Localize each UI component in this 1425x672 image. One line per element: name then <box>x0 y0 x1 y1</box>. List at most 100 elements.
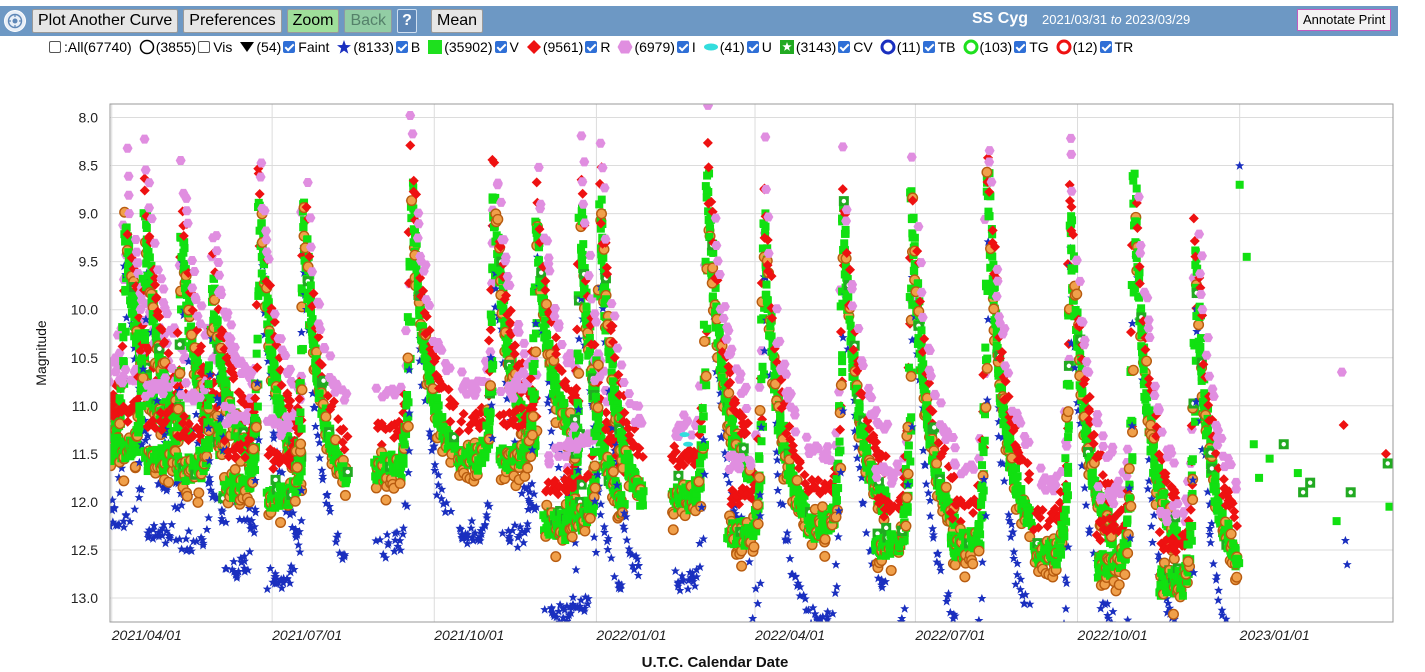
data-point-vis <box>296 384 308 396</box>
legend-item-v[interactable]: (35902) V <box>427 39 519 55</box>
square-star-icon <box>779 39 795 55</box>
data-point-v <box>529 366 538 375</box>
data-point-v <box>90 438 98 446</box>
data-point-v <box>135 409 144 418</box>
band-checkbox-tb[interactable] <box>922 41 935 53</box>
y-tick-label: 8.0 <box>79 110 99 126</box>
plot-another-curve-button[interactable]: Plot Another Curve <box>32 9 179 33</box>
data-point-i <box>97 362 107 371</box>
data-point-v <box>99 437 107 445</box>
data-point-v <box>101 431 109 439</box>
data-point-vis <box>110 431 111 437</box>
legend-item-faint[interactable]: (54) Faint <box>239 39 329 55</box>
data-point-v <box>137 357 146 366</box>
data-point-v <box>98 438 106 446</box>
legend-label: TR <box>1114 39 1134 55</box>
data-point-b <box>87 510 96 519</box>
data-point-v <box>296 408 305 417</box>
data-point-v <box>529 394 538 403</box>
data-point-cv-center <box>157 346 162 352</box>
y-axis-label: Magnitude <box>33 320 49 386</box>
x-axis-label: U.T.C. Calendar Date <box>642 654 789 671</box>
band-checkbox-vis[interactable] <box>198 41 211 53</box>
data-point-v <box>97 432 105 440</box>
data-point-vis <box>589 482 601 494</box>
data-point-v <box>253 334 262 343</box>
legend-item-b[interactable]: (8133) B <box>336 39 420 55</box>
data-point-vis <box>114 418 126 430</box>
data-point-vis <box>229 464 241 476</box>
light-curve-chart[interactable]: 8.08.59.09.510.010.511.011.512.012.513.0… <box>0 60 1425 672</box>
data-point-b <box>97 508 106 517</box>
data-point-b <box>98 513 107 522</box>
data-point-vis <box>492 213 504 225</box>
data-point-v <box>95 436 103 444</box>
legend-item-u[interactable]: (41) U <box>703 39 772 55</box>
data-point-v <box>400 440 409 449</box>
data-point-b <box>110 506 111 507</box>
legend-item-tg[interactable]: (103) TG <box>963 39 1049 55</box>
data-point-v <box>96 424 104 432</box>
data-point-r <box>97 385 107 395</box>
data-point-v <box>100 431 108 439</box>
aavso-logo-icon-svg <box>7 13 23 29</box>
legend-item-tb[interactable]: (11) TB <box>880 39 956 55</box>
data-point-vis <box>181 490 193 502</box>
data-point-v <box>299 223 308 232</box>
legend-item-r[interactable]: (9561) R <box>526 39 610 55</box>
data-point-v <box>341 479 350 488</box>
band-checkbox-tg[interactable] <box>1014 41 1027 53</box>
legend-item-cv[interactable]: (3143) CV <box>779 39 873 55</box>
annotate-print-button[interactable]: Annotate Print <box>1297 9 1392 31</box>
legend-label: Vis <box>213 39 233 55</box>
data-point-v <box>473 466 482 475</box>
help-button[interactable]: ? <box>397 9 418 33</box>
data-point-v <box>100 436 108 444</box>
data-point-v <box>481 449 490 458</box>
band-checkbox-i[interactable] <box>676 41 689 53</box>
x-tick-label: 2022/01/01 <box>595 627 666 643</box>
y-tick-label: 10.5 <box>71 350 98 366</box>
back-button[interactable]: Back <box>344 9 393 33</box>
data-point-cv-center <box>579 482 584 487</box>
data-point-v <box>312 365 321 374</box>
aavso-logo-icon[interactable] <box>4 10 26 32</box>
zoom-button[interactable]: Zoom <box>286 9 340 33</box>
ellipse-icon <box>703 39 719 55</box>
data-point-v <box>99 439 107 447</box>
band-checkbox-r[interactable] <box>585 41 598 53</box>
band-checkbox-v[interactable] <box>494 41 507 53</box>
data-point-v <box>101 429 109 437</box>
x-tick-label: 2022/10/01 <box>1077 627 1148 643</box>
data-point-cv-center <box>90 435 94 439</box>
band-checkbox-cv[interactable] <box>838 41 851 53</box>
band-checkbox-b[interactable] <box>395 41 408 53</box>
data-point-v <box>202 438 211 447</box>
data-point-v <box>88 423 96 431</box>
legend-label: I <box>691 39 696 55</box>
legend-count: (6979) <box>634 39 675 55</box>
legend-item-i[interactable]: (6979) I <box>617 39 696 55</box>
preferences-button[interactable]: Preferences <box>183 9 282 33</box>
band-checkbox-u[interactable] <box>746 41 759 53</box>
band-checkbox-faint[interactable] <box>283 41 296 53</box>
data-point-v <box>88 435 96 443</box>
data-point-vis <box>193 487 205 499</box>
data-point-v <box>93 437 101 445</box>
legend-count: (3855) <box>155 39 197 55</box>
legend-item-all[interactable]: :All (67740) <box>47 39 132 55</box>
data-point-cv-center <box>572 417 578 422</box>
data-point-v <box>590 447 599 456</box>
data-point-v <box>87 431 95 439</box>
legend-item-tr[interactable]: (12) TR <box>1056 39 1134 55</box>
legend-item-vis[interactable]: (3855) Vis <box>139 39 233 55</box>
data-point-v <box>101 436 109 444</box>
band-checkbox-tr[interactable] <box>1099 41 1112 53</box>
data-point-v <box>253 402 262 411</box>
band-legend: :All (67740) (3855) Vis (54) Faint (8133) B (35… <box>47 37 1140 57</box>
mean-button[interactable]: Mean <box>431 9 484 33</box>
select-all-checkbox[interactable] <box>49 41 61 53</box>
data-point-v <box>102 434 110 442</box>
y-tick-label: 13.0 <box>71 590 98 606</box>
data-point-vis <box>244 496 256 508</box>
